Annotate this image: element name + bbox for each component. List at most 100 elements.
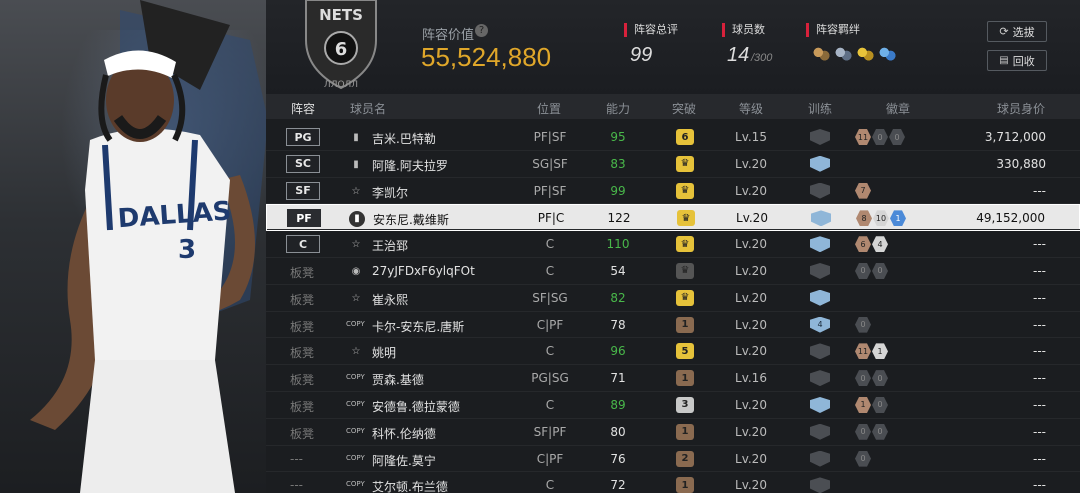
training-shield-icon[interactable]	[810, 236, 830, 253]
player-name[interactable]: 李凯尔	[372, 184, 408, 201]
badge-icon[interactable]: 0	[872, 423, 888, 440]
player-name[interactable]: 安德鲁.德拉蒙德	[372, 398, 460, 415]
recycle-button[interactable]: ▤ 回收	[987, 50, 1047, 71]
player-name[interactable]: 王治郅	[372, 237, 408, 254]
badge-list[interactable]: 0	[855, 450, 871, 467]
chemistry-icon-blue[interactable]	[878, 46, 896, 62]
col-training[interactable]: 训练	[808, 100, 832, 117]
breakthrough-badge[interactable]: 5	[676, 343, 694, 360]
table-row[interactable]: SF ☆ 李凯尔 PF|SF 99 ♛ Lv.20 7 ---	[266, 178, 1080, 205]
badge-icon[interactable]: 11	[855, 129, 871, 145]
help-icon[interactable]: ?	[475, 24, 488, 37]
slot-badge[interactable]: SF	[286, 181, 320, 200]
player-name[interactable]: 姚明	[372, 344, 396, 361]
table-row[interactable]: C ☆ 王治郅 C 110 ♛ Lv.20 6 4 ---	[266, 231, 1080, 258]
training-shield-icon[interactable]	[810, 289, 830, 306]
badge-icon[interactable]: 0	[872, 396, 888, 413]
breakthrough-badge[interactable]: ♛	[676, 289, 694, 306]
badge-icon[interactable]: 10	[873, 210, 889, 227]
player-name[interactable]: 贾森.基德	[372, 371, 424, 388]
player-name[interactable]: 卡尔-安东尼.唐斯	[372, 318, 464, 335]
col-breakthrough[interactable]: 突破	[672, 100, 696, 117]
breakthrough-badge[interactable]: ♛	[676, 182, 694, 199]
badge-icon[interactable]: 0	[855, 450, 871, 467]
table-row[interactable]: 板凳 ◉ 27yJFDxF6ylqFOt C 54 ♛ Lv.20 0 0 ---	[266, 258, 1080, 285]
training-shield-icon[interactable]: 4	[810, 316, 830, 333]
badge-icon[interactable]: 1	[855, 396, 871, 413]
badge-list[interactable]: 00	[855, 423, 888, 440]
badge-list[interactable]: 0	[855, 316, 871, 333]
col-name[interactable]: 球员名	[350, 100, 386, 117]
badge-icon[interactable]: 0	[855, 316, 871, 333]
badge-icon[interactable]: 8	[856, 210, 872, 227]
badge-icon[interactable]: 0	[872, 262, 888, 279]
badge-list[interactable]: 10	[855, 396, 888, 413]
badge-list[interactable]: 11 1	[855, 343, 888, 360]
badge-icon[interactable]: 6	[855, 236, 871, 253]
chemistry-icon-silver[interactable]	[834, 46, 852, 62]
table-row[interactable]: --- COPY 阿隆佐.莫宁 C|PF 76 2 Lv.20 0 ---	[266, 446, 1080, 473]
badge-icon[interactable]: 0	[889, 129, 905, 145]
badge-icon[interactable]: 1	[872, 343, 888, 360]
col-position[interactable]: 位置	[537, 100, 561, 117]
training-shield-icon[interactable]	[810, 423, 830, 440]
breakthrough-badge[interactable]: 1	[676, 477, 694, 493]
player-name[interactable]: 艾尔顿.布兰德	[372, 478, 448, 493]
training-shield-icon[interactable]	[810, 370, 830, 387]
badge-list[interactable]: 8 10 1	[856, 210, 906, 227]
table-row[interactable]: PG ▮ 吉米.巴特勒 PF|SF 95 6 Lv.15 11 0 0 3,712,000	[266, 124, 1080, 151]
badge-icon[interactable]: 0	[855, 262, 871, 279]
training-shield-icon[interactable]	[810, 477, 830, 493]
breakthrough-badge[interactable]: ♛	[676, 262, 694, 279]
col-price[interactable]: 球员身价	[997, 100, 1045, 117]
col-lineup[interactable]: 阵容	[291, 100, 315, 117]
table-row[interactable]: 板凳 COPY 卡尔-安东尼.唐斯 C|PF 78 1 Lv.20 4 0 ---	[266, 312, 1080, 339]
breakthrough-badge[interactable]: 6	[676, 129, 694, 145]
training-shield-icon[interactable]	[810, 155, 830, 172]
table-row[interactable]: 板凳 COPY 安德鲁.德拉蒙德 C 89 3 Lv.20 1 0 ---	[266, 392, 1080, 419]
badge-icon[interactable]: 0	[872, 129, 888, 145]
badge-icon[interactable]: 7	[855, 182, 871, 199]
chemistry-icons[interactable]	[812, 46, 896, 62]
table-row[interactable]: 板凳 COPY 科怀.伦纳德 SF|PF 80 1 Lv.20 0 0 ---	[266, 419, 1080, 446]
slot-badge[interactable]: SC	[286, 154, 320, 173]
training-shield-icon[interactable]	[810, 343, 830, 360]
badge-icon[interactable]: 4	[872, 236, 888, 253]
chemistry-icon-bronze[interactable]	[812, 46, 830, 62]
player-name[interactable]: 阿隆佐.莫宁	[372, 452, 436, 469]
breakthrough-badge[interactable]: 3	[676, 396, 694, 413]
breakthrough-badge[interactable]: ♛	[676, 155, 694, 172]
badge-list[interactable]: 00	[855, 370, 888, 387]
chemistry-icon-gold[interactable]	[856, 46, 874, 62]
breakthrough-badge[interactable]: 1	[676, 423, 694, 440]
table-row[interactable]: 板凳 COPY 贾森.基德 PG|SG 71 1 Lv.16 0 0 ---	[266, 365, 1080, 392]
player-name[interactable]: 崔永熙	[372, 291, 408, 308]
training-shield-icon[interactable]	[810, 396, 830, 413]
player-name[interactable]: 27yJFDxF6ylqFOt	[372, 264, 475, 278]
player-name[interactable]: 阿隆.阿夫拉罗	[372, 157, 448, 174]
badge-list[interactable]: 00	[855, 262, 888, 279]
table-row[interactable]: SC ▮ 阿隆.阿夫拉罗 SG|SF 83 ♛ Lv.20 330,880	[266, 151, 1080, 178]
badge-icon[interactable]: 0	[855, 370, 871, 387]
training-shield-icon[interactable]	[811, 210, 831, 227]
table-row[interactable]: PF ▮ 安东尼.戴维斯 PF|C 122 ♛ Lv.20 8 10 1 49,152,000	[266, 204, 1080, 232]
badge-icon[interactable]: 11	[855, 343, 871, 360]
col-ability[interactable]: 能力	[606, 100, 630, 117]
col-badges[interactable]: 徽章	[886, 100, 910, 117]
badge-list[interactable]: 64	[855, 236, 888, 253]
training-shield-icon[interactable]	[810, 182, 830, 199]
breakthrough-badge[interactable]: 2	[676, 450, 694, 467]
breakthrough-badge[interactable]: 1	[676, 316, 694, 333]
slot-badge[interactable]: PG	[286, 128, 320, 146]
slot-badge[interactable]: PF	[287, 209, 321, 228]
player-name[interactable]: 吉米.巴特勒	[372, 130, 436, 147]
breakthrough-badge[interactable]: 1	[676, 370, 694, 387]
table-row[interactable]: --- COPY 艾尔顿.布兰德 C 72 1 Lv.20 ---	[266, 472, 1080, 493]
badge-icon[interactable]: 0	[872, 370, 888, 387]
breakthrough-badge[interactable]: ♛	[676, 236, 694, 253]
player-name[interactable]: 科怀.伦纳德	[372, 425, 436, 442]
breakthrough-badge[interactable]: ♛	[677, 210, 695, 227]
badge-list[interactable]: 11 0 0	[855, 129, 905, 145]
col-level[interactable]: 等级	[739, 100, 763, 117]
table-row[interactable]: 板凳 ☆ 姚明 C 96 5 Lv.20 11 1 ---	[266, 338, 1080, 366]
